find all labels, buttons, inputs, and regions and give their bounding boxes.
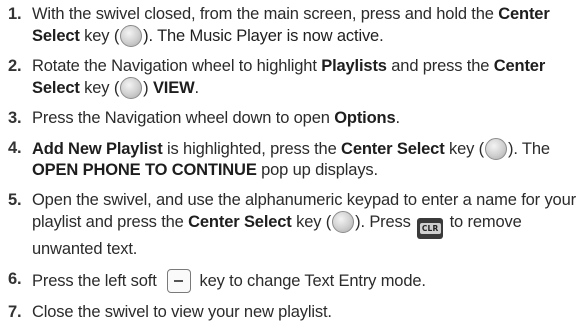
step-text: Add New Playlist is highlighted, press t… (32, 138, 550, 179)
step-number: 5. (8, 191, 22, 209)
left-soft-key-icon (167, 269, 192, 293)
step-7: 7. Close the swivel to view your new pla… (8, 302, 579, 323)
step-text: With the swivel closed, from the main sc… (32, 5, 550, 47)
center-select-key-icon (332, 211, 355, 233)
bold-term: Add New Playlist (32, 140, 163, 158)
center-select-key-icon (120, 77, 143, 99)
step-text: Press the Navigation wheel down to open … (32, 109, 400, 127)
step-6: 6. Press the left soft key to change Tex… (8, 269, 579, 293)
center-select-key-icon (120, 25, 143, 47)
step-number: 4. (8, 139, 22, 157)
step-5: 5. Open the swivel, and use the alphanum… (8, 190, 579, 260)
bold-term: Playlists (321, 57, 387, 75)
step-number: 1. (8, 5, 22, 23)
bold-term: VIEW (152, 79, 195, 97)
step-text: Rotate the Navigation wheel to highlight… (32, 57, 546, 99)
instruction-page: 1. With the swivel closed, from the main… (0, 0, 585, 335)
bold-term: Options (334, 109, 396, 127)
step-number: 2. (8, 57, 22, 75)
step-number: 3. (8, 109, 22, 127)
bold-term: Center Select (341, 140, 445, 158)
step-text: Open the swivel, and use the alphanumeri… (32, 191, 576, 258)
step-4: 4. Add New Playlist is highlighted, pres… (8, 138, 579, 181)
step-text: Press the left soft key to change Text E… (32, 269, 579, 293)
step-number: 7. (8, 303, 22, 321)
step-2: 2. Rotate the Navigation wheel to highli… (8, 56, 579, 99)
bold-term: OPEN PHONE TO CONTINUE (32, 161, 257, 179)
step-text: Close the swivel to view your new playli… (32, 303, 332, 321)
steps-list: 1. With the swivel closed, from the main… (8, 4, 579, 323)
center-select-key-icon (485, 138, 508, 160)
step-1: 1. With the swivel closed, from the main… (8, 4, 579, 47)
clr-key-icon: CLR (417, 218, 444, 239)
bold-term: Center Select (188, 213, 292, 231)
step-number: 6. (8, 270, 22, 288)
step-3: 3. Press the Navigation wheel down to op… (8, 108, 579, 129)
